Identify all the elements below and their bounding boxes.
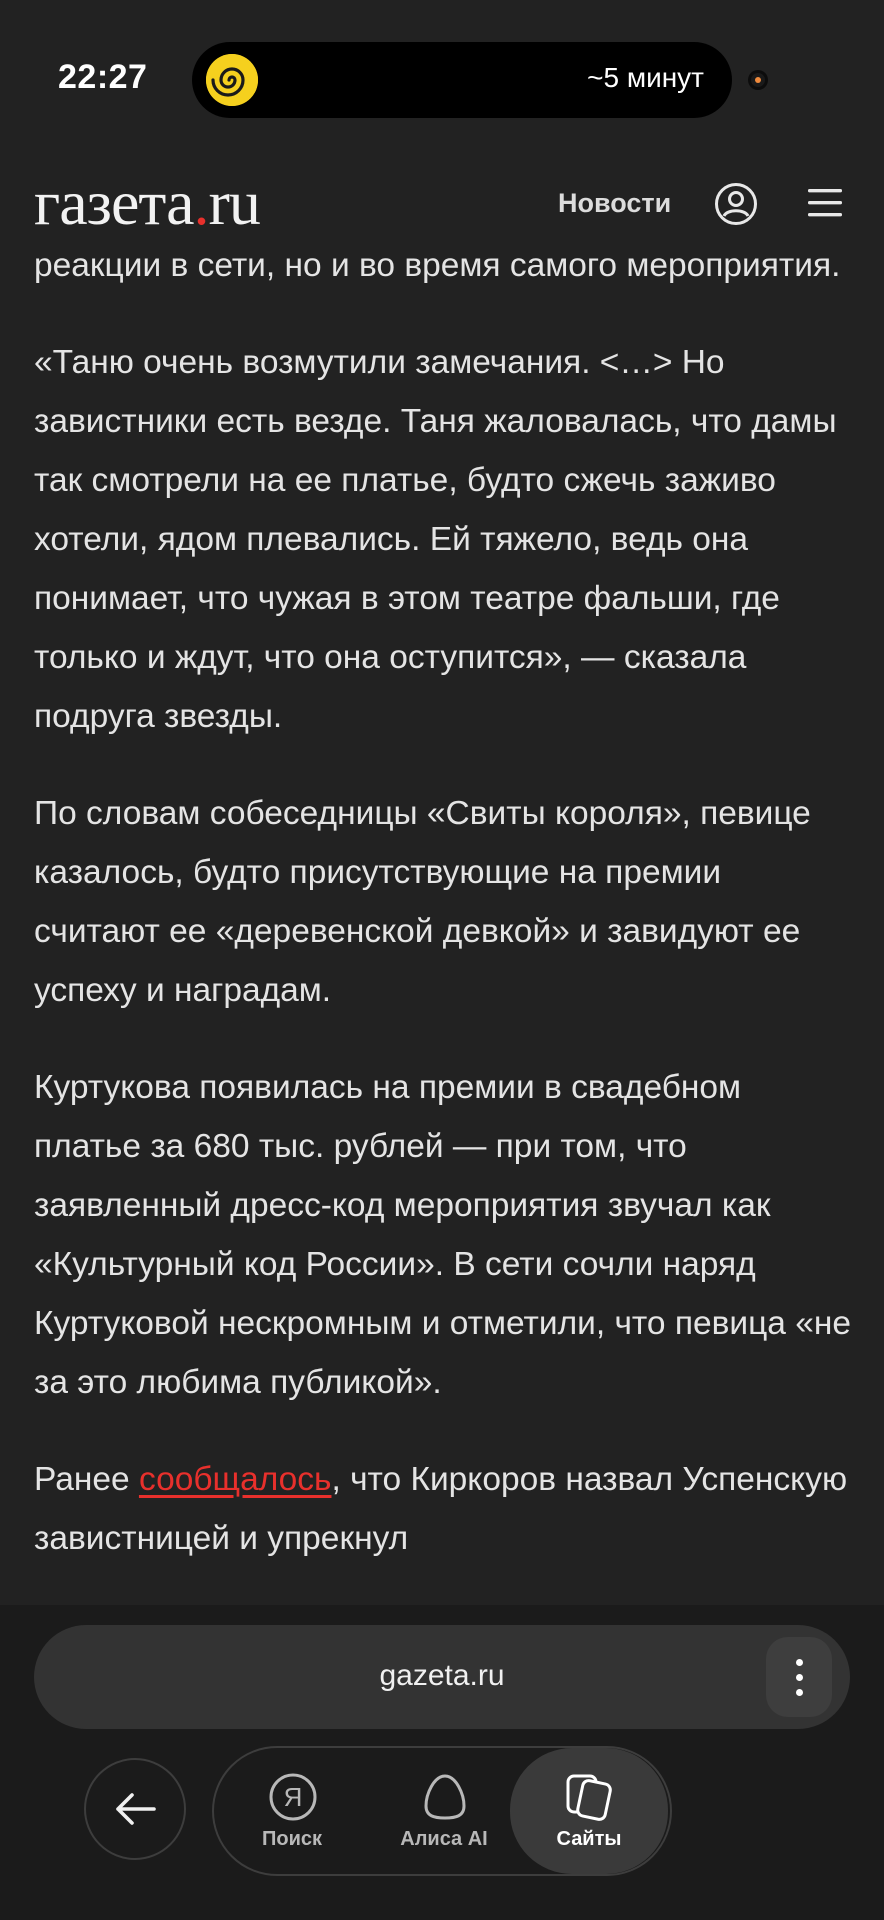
reported-link[interactable]: сообщалось xyxy=(139,1461,332,1498)
menu-icon[interactable] xyxy=(806,186,844,220)
site-logo[interactable]: газета.ru xyxy=(34,166,261,240)
article-paragraph: «Таню очень возмутили замечания. <…> Но … xyxy=(34,344,837,735)
tab-sites[interactable]: Сайты xyxy=(510,1748,668,1874)
text-before-link: Ранее xyxy=(34,1461,139,1498)
tab-search[interactable]: Я Поиск xyxy=(222,1748,362,1874)
browser-bottom-bar: gazeta.ru Я Поиск Алиса AI Сайты xyxy=(0,1605,884,1920)
tab-alice[interactable]: Алиса AI xyxy=(374,1748,514,1874)
camera-indicator xyxy=(751,73,765,87)
yandex-spiral-icon xyxy=(206,54,258,106)
article-paragraph: По словам собеседницы «Свиты короля», пе… xyxy=(34,795,811,1009)
status-time: 22:27 xyxy=(58,58,148,96)
article-body: реакции в сети, но и во время самого мер… xyxy=(34,236,854,1606)
tabs-icon xyxy=(566,1774,612,1821)
svg-text:Я: Я xyxy=(284,1782,303,1812)
more-vertical-icon[interactable] xyxy=(766,1637,832,1717)
dynamic-island[interactable]: ~5 минут xyxy=(192,42,732,118)
bottom-nav: Я Поиск Алиса AI Сайты xyxy=(212,1746,672,1876)
tab-sites-label: Сайты xyxy=(556,1828,622,1850)
article-paragraph-last: Ранее сообщалось, что Киркоров назвал Ус… xyxy=(34,1450,854,1568)
island-timer-text: ~5 минут xyxy=(587,62,704,93)
nav-news-link[interactable]: Новости xyxy=(558,188,671,219)
tab-alice-label: Алиса AI xyxy=(400,1828,488,1850)
yandex-search-icon: Я xyxy=(269,1773,317,1821)
logo-tail: ru xyxy=(208,167,261,238)
logo-main: газета xyxy=(34,167,194,238)
arrow-left-icon xyxy=(116,1793,156,1825)
user-icon[interactable] xyxy=(714,182,758,226)
back-button[interactable] xyxy=(84,1758,186,1860)
url-text: gazeta.ru xyxy=(379,1659,505,1692)
site-header: газета.ru Новости xyxy=(0,150,884,250)
tab-search-label: Поиск xyxy=(261,1828,323,1850)
logo-dot: . xyxy=(193,167,210,238)
alice-icon xyxy=(424,1774,466,1820)
article-paragraph: Куртукова появилась на премии в свадебно… xyxy=(34,1069,852,1401)
address-bar[interactable]: gazeta.ru xyxy=(34,1625,850,1729)
